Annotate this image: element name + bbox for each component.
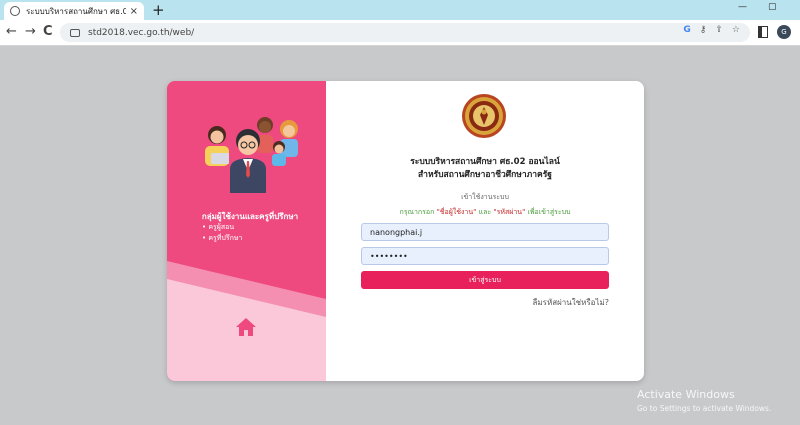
watermark-subtitle: Go to Settings to activate Windows.: [637, 404, 772, 413]
site-info-icon[interactable]: [70, 28, 80, 37]
sidebar-list: ครูผู้สอน ครูที่ปรึกษา: [202, 222, 242, 244]
browser-tab[interactable]: ระบบบริหารสถานศึกษา ศธ.02 ออนไลน์ ×: [4, 2, 144, 20]
forward-button[interactable]: →: [25, 24, 36, 40]
minimize-button[interactable]: —: [738, 2, 747, 12]
globe-icon: [10, 6, 20, 16]
activate-windows-watermark: Activate Windows Go to Settings to activ…: [637, 388, 771, 413]
restore-button[interactable]: ▢: [768, 2, 777, 12]
hint-suffix: เพื่อเข้าสู่ระบบ: [527, 208, 571, 216]
username-field[interactable]: [361, 223, 609, 241]
back-button[interactable]: ←: [6, 24, 17, 40]
google-icon[interactable]: G: [683, 25, 690, 35]
hint-username: "ชื่อผู้ใช้งาน": [436, 208, 477, 216]
bookmark-star-icon[interactable]: ☆: [732, 25, 740, 35]
new-tab-button[interactable]: +: [152, 1, 165, 19]
login-heading: เข้าใช้งานระบบ: [461, 193, 509, 201]
left-panel: กลุ่มผู้ใช้งานและครูที่ปรึกษา ครูผู้สอน …: [167, 81, 326, 381]
hint-password: "รหัสผ่าน": [493, 208, 526, 216]
forgot-password-link[interactable]: ลืมรหัสผ่านใช่หรือไม่?: [532, 296, 609, 309]
home-icon[interactable]: [235, 317, 257, 337]
system-subtitle: สำหรับสถานศึกษาอาชีวศึกษาภาครัฐ: [417, 170, 553, 180]
address-bar[interactable]: std2018.vec.go.th/web/ G ⚷ ⇪ ☆: [60, 23, 750, 42]
watermark-title: Activate Windows: [637, 388, 735, 401]
share-icon[interactable]: ⇪: [715, 25, 723, 35]
password-field[interactable]: [361, 247, 609, 265]
system-title: ระบบบริหารสถานศึกษา ศธ.02 ออนไลน์: [410, 157, 560, 167]
hint-prefix: กรุณากรอก: [399, 208, 435, 216]
login-hint: กรุณากรอก "ชื่อผู้ใช้งาน" และ "รหัสผ่าน"…: [326, 207, 644, 218]
login-button[interactable]: เข้าสู่ระบบ: [361, 271, 609, 289]
reload-button[interactable]: C: [43, 24, 53, 40]
hint-middle: และ: [478, 208, 492, 216]
sidebar-item-teacher: ครูผู้สอน: [202, 222, 242, 233]
side-panel-icon[interactable]: [758, 26, 768, 38]
login-card: กลุ่มผู้ใช้งานและครูที่ปรึกษา ครูผู้สอน …: [167, 81, 644, 381]
url-text: std2018.vec.go.th/web/: [88, 27, 195, 38]
ministry-seal-logo: [462, 94, 506, 138]
key-icon[interactable]: ⚷: [700, 25, 707, 35]
sidebar-title: กลุ่มผู้ใช้งานและครูที่ปรึกษา: [201, 212, 299, 221]
tab-strip: ระบบบริหารสถานศึกษา ศธ.02 ออนไลน์ × + — …: [0, 0, 800, 20]
tab-title: ระบบบริหารสถานศึกษา ศธ.02 ออนไลน์: [26, 6, 126, 16]
browser-toolbar: ← → C std2018.vec.go.th/web/ G ⚷ ⇪ ☆ G: [0, 20, 800, 46]
tab-close-button[interactable]: ×: [130, 6, 138, 17]
sidebar-item-advisor: ครูที่ปรึกษา: [202, 233, 242, 244]
right-panel: ระบบบริหารสถานศึกษา ศธ.02 ออนไลน์ สำหรับ…: [326, 81, 644, 381]
teachers-illustration: [205, 117, 298, 193]
profile-avatar[interactable]: G: [777, 25, 791, 39]
